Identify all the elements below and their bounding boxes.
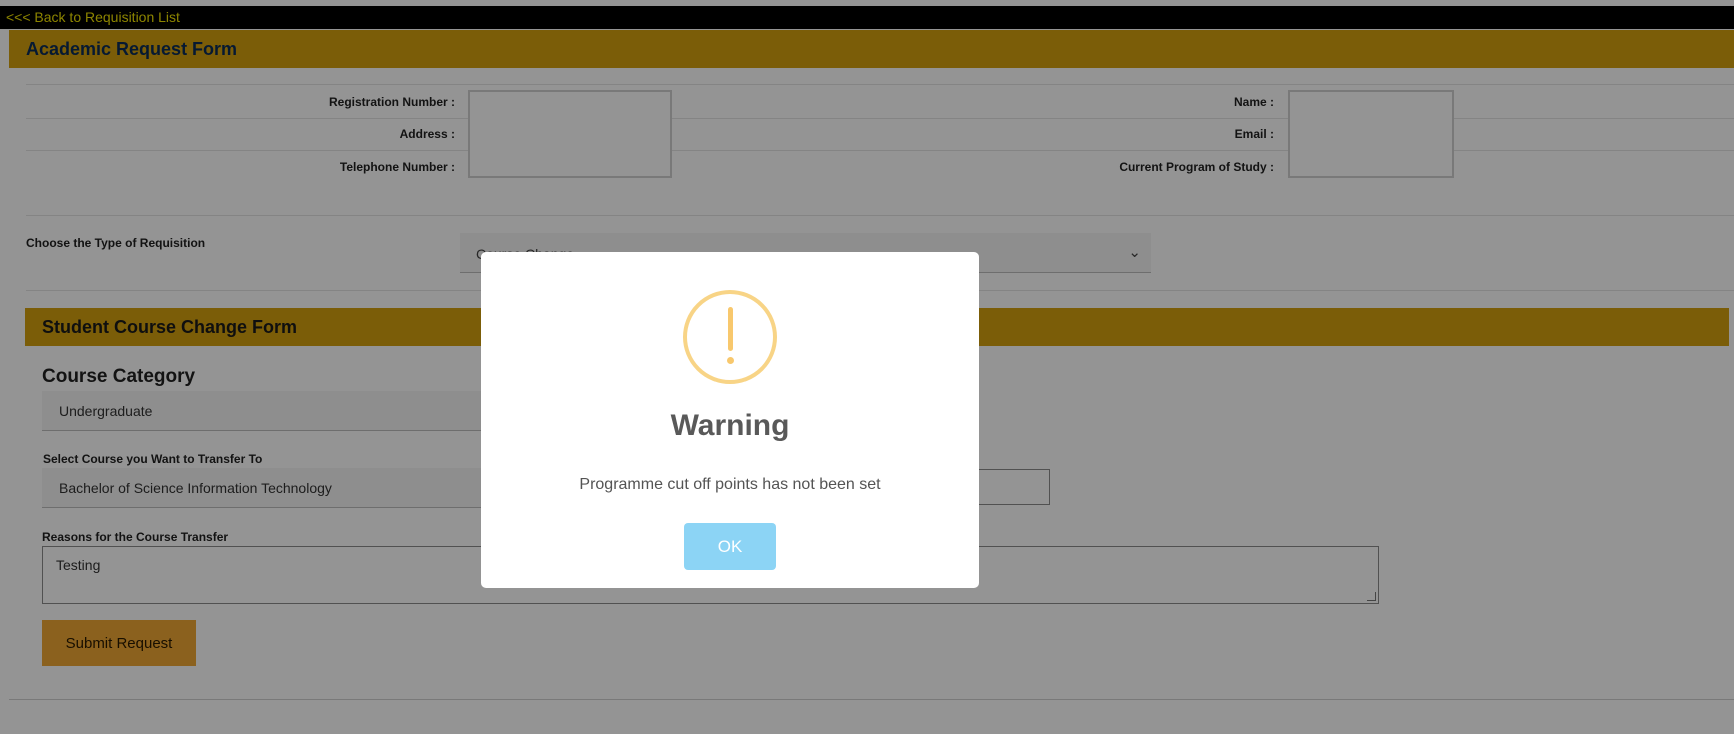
warning-dialog: Warning Programme cut off points has not… xyxy=(481,252,979,588)
dialog-title: Warning xyxy=(670,409,790,442)
page: <<< Back to Requisition List Academic Re… xyxy=(0,0,1734,734)
warning-icon xyxy=(683,290,777,384)
warning-icon-dot xyxy=(727,357,734,364)
dialog-message: Programme cut off points has not been se… xyxy=(579,476,881,493)
warning-icon-bar xyxy=(728,307,733,351)
ok-button[interactable]: OK xyxy=(684,523,776,570)
